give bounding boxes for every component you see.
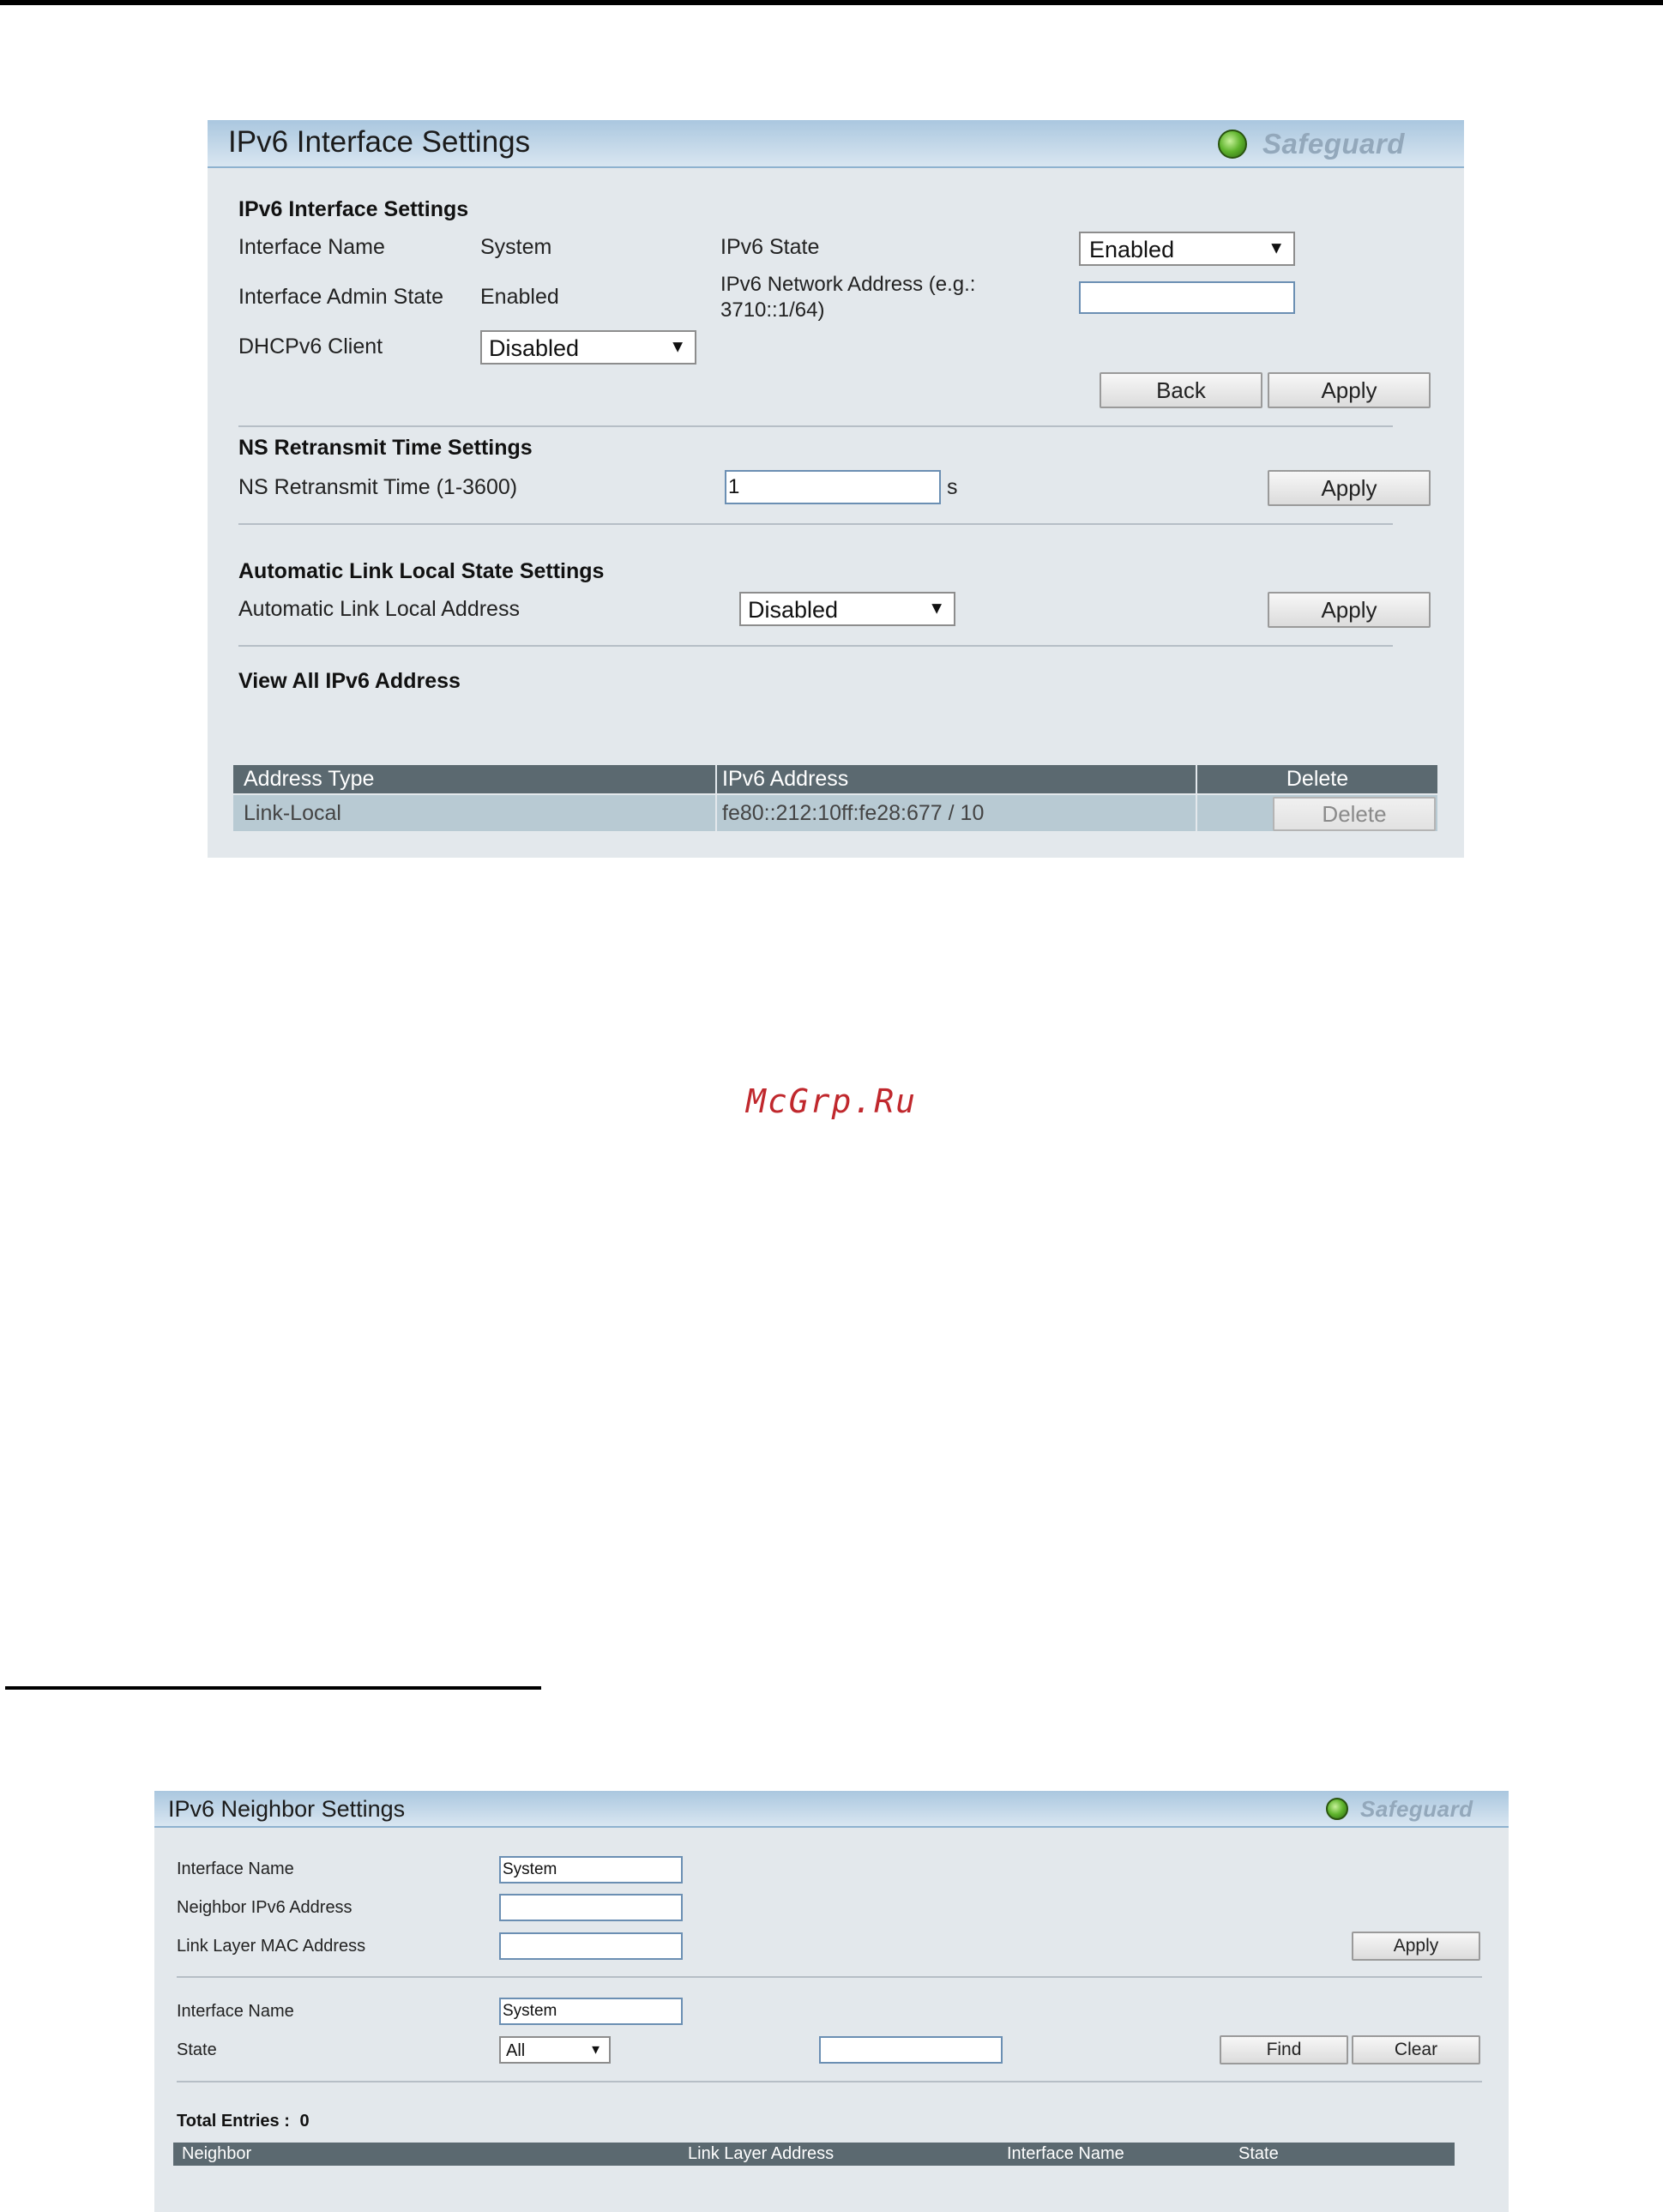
total-entries-value: 0: [299, 2112, 310, 2131]
col-address-type: Address Type: [244, 767, 375, 791]
column-divider: [1196, 795, 1197, 831]
delete-button[interactable]: Delete: [1273, 797, 1436, 831]
link-local-select[interactable]: Disabled ▼: [739, 592, 955, 626]
clear-button[interactable]: Clear: [1352, 2035, 1480, 2064]
safeguard-indicator: Safeguard: [1218, 127, 1405, 161]
watermark-text: McGrp.Ru: [745, 1082, 918, 1120]
mac-address-label: Link Layer MAC Address: [177, 1937, 366, 1956]
safeguard-indicator: Safeguard: [1326, 1796, 1473, 1822]
section-divider: [238, 523, 1393, 525]
section-divider: [238, 425, 1393, 427]
col-neighbor: Neighbor: [182, 2144, 252, 2163]
interface-name-input[interactable]: System: [499, 1856, 683, 1884]
section-title-interface: IPv6 Interface Settings: [238, 197, 469, 221]
col-delete: Delete: [1286, 767, 1349, 791]
table-row: Link-Local fe80::212:10ff:fe28:677 / 10 …: [233, 795, 1437, 831]
link-local-selected: Disabled: [748, 597, 839, 623]
section-title-ns: NS Retransmit Time Settings: [238, 436, 533, 460]
col-link-layer-address: Link Layer Address: [688, 2144, 835, 2163]
network-address-label-line1: IPv6 Network Address (e.g.:: [720, 273, 976, 296]
address-type-cell: Link-Local: [244, 800, 341, 825]
dhcpv6-select[interactable]: Disabled ▼: [480, 330, 696, 365]
safeguard-label: Safeguard: [1360, 1795, 1473, 1822]
column-divider: [715, 765, 717, 793]
column-divider: [715, 795, 717, 831]
panel-title: IPv6 Neighbor Settings: [168, 1796, 406, 1822]
ipv6-state-label: IPv6 State: [720, 235, 820, 259]
ns-retransmit-input[interactable]: 1: [725, 470, 941, 504]
section-divider: [177, 2081, 1482, 2082]
safeguard-led-icon: [1218, 130, 1247, 159]
network-address-label-line2: 3710::1/64): [720, 298, 825, 322]
state-selected: All: [506, 2041, 526, 2060]
panel-header: IPv6 Interface Settings Safeguard: [208, 120, 1464, 168]
ipv6-interface-settings-panel: IPv6 Interface Settings Safeguard IPv6 I…: [208, 120, 1464, 858]
ipv6-address-cell: fe80::212:10ff:fe28:677 / 10: [722, 800, 985, 825]
admin-state-label: Interface Admin State: [238, 285, 444, 309]
ns-retransmit-unit: s: [947, 475, 958, 499]
section-divider: [177, 1976, 1482, 1978]
interface-name-filter-input[interactable]: System: [499, 1998, 683, 2025]
dropdown-arrow-icon: ▼: [589, 2042, 602, 2058]
apply-ns-button[interactable]: Apply: [1268, 470, 1431, 506]
link-local-label: Automatic Link Local Address: [238, 597, 520, 621]
address-table-header: Address Type IPv6 Address Delete: [233, 765, 1437, 793]
col-state: State: [1238, 2144, 1279, 2163]
safeguard-led-icon: [1326, 1798, 1348, 1820]
network-address-input[interactable]: [1079, 281, 1295, 314]
top-rule: [0, 0, 1663, 5]
back-button[interactable]: Back: [1100, 372, 1262, 408]
dhcpv6-label: DHCPv6 Client: [238, 335, 383, 359]
panel-header: IPv6 Neighbor Settings Safeguard: [154, 1791, 1509, 1828]
mac-address-input[interactable]: [499, 1932, 683, 1960]
section-title-link-local: Automatic Link Local State Settings: [238, 559, 605, 583]
dhcpv6-selected: Disabled: [489, 335, 580, 361]
neighbor-ipv6-label: Neighbor IPv6 Address: [177, 1898, 352, 1917]
ipv6-state-select[interactable]: Enabled ▼: [1079, 232, 1295, 266]
total-entries-label: Total Entries :: [177, 2112, 290, 2131]
neighbor-ipv6-input[interactable]: [499, 1894, 683, 1921]
total-entries: Total Entries : 0: [177, 2112, 310, 2131]
dropdown-arrow-icon: ▼: [669, 337, 686, 357]
interface-name-value: System: [480, 235, 552, 259]
dropdown-arrow-icon: ▼: [1268, 238, 1285, 258]
find-button[interactable]: Find: [1220, 2035, 1348, 2064]
ipv6-neighbor-settings-panel: IPv6 Neighbor Settings Safeguard Interfa…: [154, 1791, 1509, 2212]
apply-neighbor-button[interactable]: Apply: [1352, 1932, 1480, 1961]
section-title-view-all: View All IPv6 Address: [238, 669, 461, 693]
panel-title: IPv6 Interface Settings: [228, 125, 531, 159]
admin-state-value: Enabled: [480, 285, 559, 309]
dropdown-arrow-icon: ▼: [928, 599, 945, 618]
interface-name-filter-label: Interface Name: [177, 2002, 294, 2021]
col-interface-name: Interface Name: [1007, 2144, 1124, 2163]
state-search-input[interactable]: [819, 2036, 1003, 2064]
col-ipv6-address: IPv6 Address: [722, 767, 849, 791]
state-label: State: [177, 2040, 217, 2059]
footnote-rule: [5, 1686, 541, 1690]
apply-interface-button[interactable]: Apply: [1268, 372, 1431, 408]
neighbor-table-header: Neighbor Link Layer Address Interface Na…: [173, 2143, 1455, 2166]
apply-link-local-button[interactable]: Apply: [1268, 592, 1431, 628]
state-select[interactable]: All ▼: [499, 2036, 611, 2064]
ns-retransmit-label: NS Retransmit Time (1-3600): [238, 475, 518, 499]
interface-name-label: Interface Name: [177, 1859, 294, 1878]
section-divider: [238, 645, 1393, 647]
ipv6-state-selected: Enabled: [1089, 237, 1175, 262]
safeguard-label: Safeguard: [1262, 128, 1405, 160]
interface-name-label: Interface Name: [238, 235, 385, 259]
